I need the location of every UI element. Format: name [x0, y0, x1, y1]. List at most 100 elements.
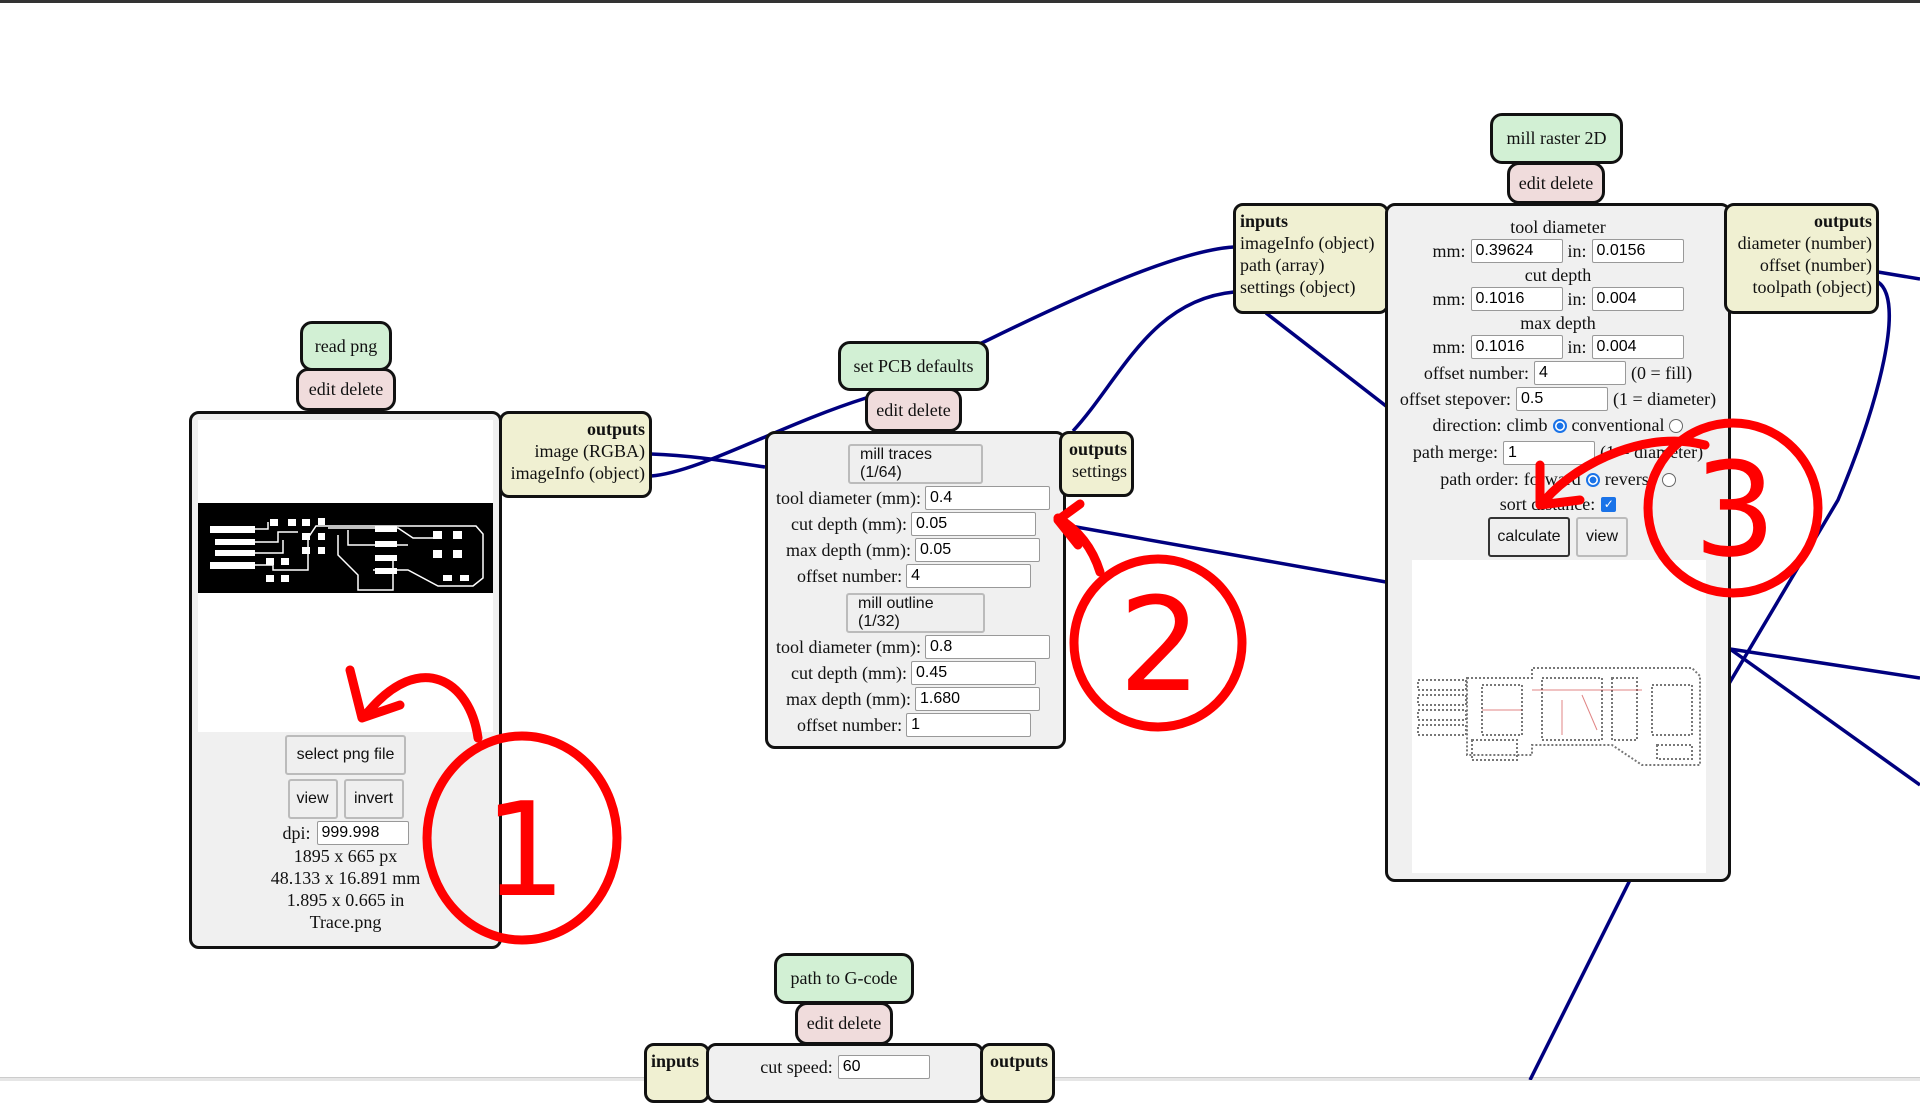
- invert-button[interactable]: invert: [343, 779, 404, 819]
- mill-raster-2d-title[interactable]: mill raster 2D: [1490, 113, 1623, 164]
- edit-delete-label: edit delete: [806, 1013, 882, 1033]
- set-pcb-defaults-title[interactable]: set PCB defaults: [838, 341, 989, 391]
- outline-tool-diameter-input[interactable]: [924, 635, 1050, 659]
- size-mm: 48.133 x 16.891 mm: [270, 868, 421, 888]
- label: cut depth (mm):: [791, 663, 907, 683]
- tool-diameter-mm-input[interactable]: [1470, 239, 1563, 263]
- size-px: 1895 x 665 px: [293, 846, 398, 866]
- select-png-file-button[interactable]: select png file: [284, 735, 407, 775]
- cut-speed-input[interactable]: [837, 1055, 930, 1079]
- edit-delete-label: edit delete: [1518, 172, 1594, 193]
- path-order-forward-radio[interactable]: [1585, 472, 1600, 487]
- gcode-outputs: outputs: [980, 1043, 1055, 1103]
- gcode-inputs: inputs: [644, 1043, 710, 1103]
- cut-depth-heading: cut depth: [1524, 265, 1592, 285]
- filename: Trace.png: [309, 912, 382, 932]
- sort-distance-label: sort distance:: [1499, 493, 1596, 514]
- toolpath-preview: [1412, 560, 1706, 873]
- input-imageinfo[interactable]: imageInfo (object): [1240, 232, 1382, 254]
- max-depth-mm-input[interactable]: [1470, 335, 1563, 359]
- read-png-body: select png file viewinvert dpi: 1895 x 6…: [189, 411, 502, 949]
- view-button[interactable]: view: [287, 779, 338, 819]
- label: tool diameter (mm):: [776, 488, 921, 508]
- cut-speed-label: cut speed:: [760, 1056, 833, 1077]
- view-button[interactable]: view: [1576, 517, 1628, 557]
- calculate-button[interactable]: calculate: [1488, 517, 1570, 557]
- read-png-edit-delete[interactable]: edit delete: [296, 368, 396, 411]
- offset-number-input[interactable]: [1534, 361, 1626, 385]
- inputs-heading: inputs: [1240, 211, 1289, 231]
- gcode-edit-delete[interactable]: edit delete: [795, 1002, 893, 1045]
- in-label: in:: [1567, 336, 1587, 357]
- wire-settings[interactable]: [1071, 290, 1235, 433]
- toolpath-preview-image: [1417, 667, 1701, 766]
- path-order-reverse-label: reverse: [1604, 469, 1657, 489]
- wire-offset[interactable]: [1877, 270, 1920, 281]
- mill-outline-button[interactable]: mill outline (1/32): [846, 593, 985, 633]
- label: offset number:: [797, 566, 903, 586]
- mill-raster-inputs: inputs imageInfo (object) path (array) s…: [1233, 203, 1389, 314]
- output-toolpath[interactable]: toolpath (object): [1731, 276, 1872, 298]
- edit-delete-label: edit delete: [308, 379, 384, 399]
- outline-cut-depth-input[interactable]: [910, 661, 1036, 685]
- sort-distance-checkbox[interactable]: ✓: [1601, 496, 1617, 512]
- in-label: in:: [1567, 288, 1587, 309]
- wire-path[interactable]: [1064, 523, 1387, 584]
- tool-diameter-heading: tool diameter: [1510, 217, 1606, 237]
- output-offset[interactable]: offset (number): [1731, 254, 1872, 276]
- inputs-heading: inputs: [651, 1051, 700, 1071]
- traces-cut-depth-input[interactable]: [910, 512, 1036, 536]
- outputs-heading: outputs: [989, 1051, 1048, 1071]
- path-merge-input[interactable]: [1503, 440, 1596, 465]
- mill-raster-outputs: outputs diameter (number) offset (number…: [1724, 203, 1879, 314]
- gcode-body: cut speed:: [706, 1043, 984, 1103]
- offset-stepover-label: offset stepover:: [1399, 388, 1512, 409]
- dpi-input[interactable]: [316, 821, 409, 845]
- pcb-edit-delete[interactable]: edit delete: [865, 388, 962, 432]
- size-in: 1.895 x 0.665 in: [286, 890, 405, 910]
- mill-raster-edit-delete[interactable]: edit delete: [1507, 162, 1605, 204]
- path-order-forward-label: forward: [1523, 469, 1581, 489]
- read-png-outputs: outputs image (RGBA) imageInfo (object): [499, 411, 652, 498]
- mm-label: mm:: [1432, 336, 1466, 357]
- traces-tool-diameter-input[interactable]: [924, 486, 1050, 510]
- traces-max-depth-input[interactable]: [914, 538, 1040, 562]
- input-settings[interactable]: settings (object): [1240, 276, 1382, 298]
- label: max depth (mm):: [786, 540, 911, 560]
- output-diameter[interactable]: diameter (number): [1731, 232, 1872, 254]
- cut-depth-mm-input[interactable]: [1470, 287, 1563, 311]
- edit-delete-label: edit delete: [876, 399, 951, 420]
- offset-stepover-input[interactable]: [1516, 387, 1609, 411]
- path-order-label: path order:: [1440, 469, 1519, 489]
- outline-offset-number-input[interactable]: [906, 713, 1032, 737]
- tool-diameter-in-input[interactable]: [1591, 239, 1684, 263]
- pcb-defaults-body: mill traces (1/64) tool diameter (mm): c…: [765, 431, 1066, 749]
- output-settings[interactable]: settings: [1066, 460, 1127, 482]
- title-text: set PCB defaults: [853, 355, 974, 376]
- path-to-gcode-title[interactable]: path to G-code: [774, 953, 914, 1004]
- pcb-trace-image: [198, 503, 493, 593]
- input-path[interactable]: path (array): [1240, 254, 1382, 276]
- outline-max-depth-input[interactable]: [914, 687, 1040, 711]
- path-order-reverse-radio[interactable]: [1661, 472, 1676, 487]
- output-image[interactable]: image (RGBA): [506, 440, 645, 462]
- output-imageinfo[interactable]: imageInfo (object): [506, 462, 645, 484]
- read-png-title[interactable]: read png: [300, 321, 392, 371]
- read-png-title-text: read png: [314, 335, 378, 356]
- wire-path-input[interactable]: [1264, 311, 1388, 408]
- wire-out-b[interactable]: [1728, 647, 1920, 787]
- path-merge-label: path merge:: [1412, 442, 1499, 462]
- mill-traces-button[interactable]: mill traces (1/64): [848, 444, 983, 484]
- traces-offset-number-input[interactable]: [906, 564, 1032, 588]
- cut-depth-in-input[interactable]: [1591, 287, 1684, 311]
- max-depth-in-input[interactable]: [1591, 335, 1684, 359]
- title-text: path to G-code: [790, 968, 898, 988]
- direction-climb-radio[interactable]: [1552, 418, 1567, 433]
- mill-raster-body: tool diameter mm: in: cut depth mm: in: ma…: [1385, 203, 1731, 882]
- label: cut depth (mm):: [791, 514, 907, 534]
- direction-conventional-radio[interactable]: [1669, 418, 1684, 433]
- wire-out-a[interactable]: [1729, 647, 1920, 680]
- dpi-label: dpi:: [282, 822, 311, 843]
- direction-label: direction:: [1432, 415, 1502, 435]
- outputs-heading: outputs: [1813, 211, 1872, 231]
